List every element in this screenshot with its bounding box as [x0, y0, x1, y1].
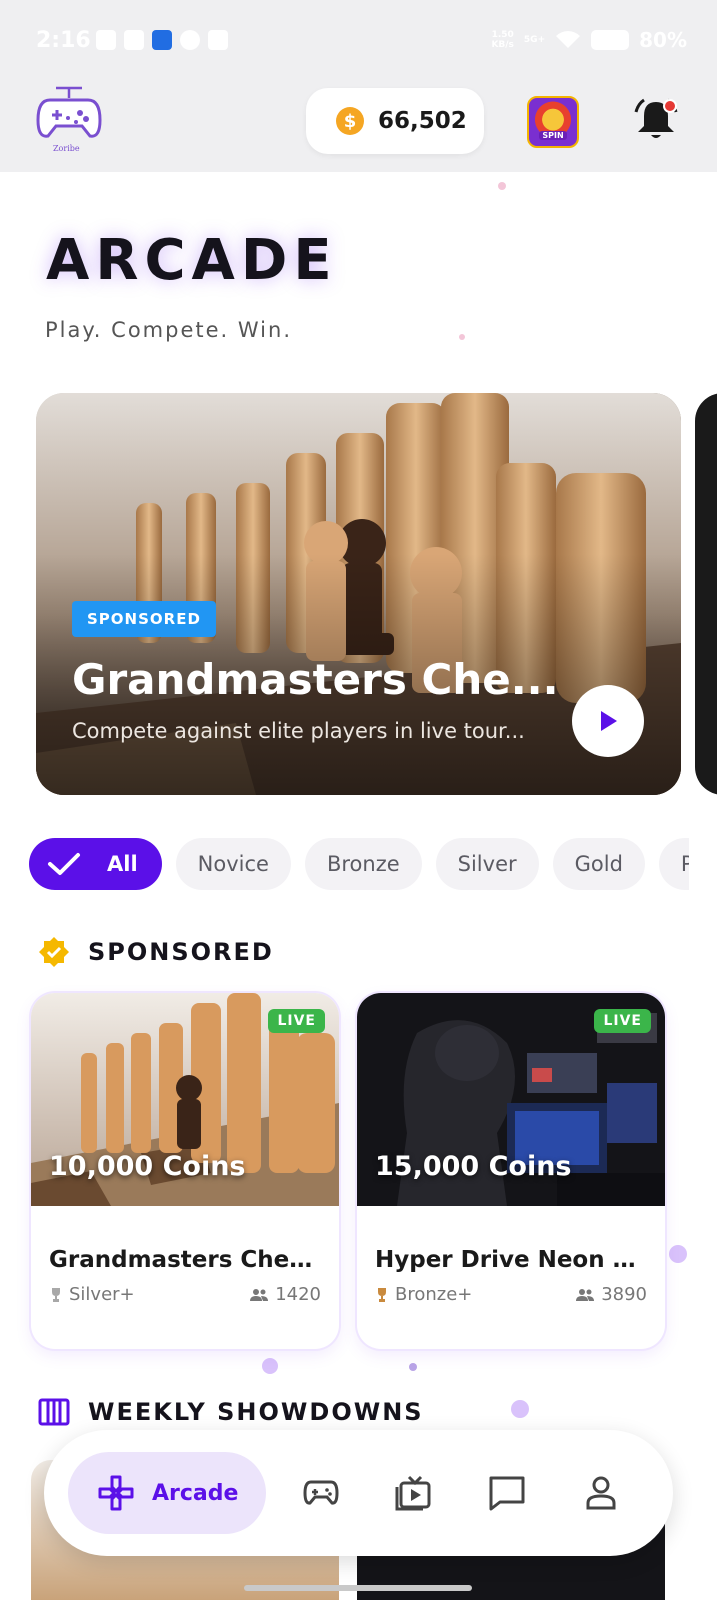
tier-filter-bar: All Novice Bronze Silver Gold Pla [29, 838, 689, 892]
player-count: 1420 [275, 1284, 321, 1305]
net-speed: 1.50 KB/s [491, 30, 514, 50]
spin-label: SPIN [539, 131, 567, 140]
battery-icon [591, 30, 630, 50]
status-time: 2:16 [36, 28, 91, 53]
wifi-icon [556, 31, 581, 48]
filter-chip-label: All [107, 852, 138, 876]
decor-dot [459, 334, 465, 340]
filter-chip-gold[interactable]: Gold [552, 838, 645, 890]
video-library-icon [395, 1475, 431, 1511]
decor-dot [511, 1400, 529, 1418]
nav-tab-games[interactable] [296, 1468, 346, 1518]
game-meta: Silver+ 1420 [49, 1284, 321, 1305]
live-badge: LIVE [594, 1009, 651, 1033]
game-card[interactable]: LIVE 15,000 Coins Hyper Drive Neon S... … [357, 993, 665, 1349]
home-indicator[interactable] [244, 1585, 472, 1591]
check-icon [48, 853, 80, 875]
next-featured-card-peek[interactable] [695, 393, 717, 795]
bottom-navigation: Arcade [44, 1430, 673, 1556]
phone-notification-icon [152, 30, 172, 50]
section-title: SPONSORED [88, 938, 274, 966]
players-icon [250, 1288, 269, 1301]
arcade-dpad-icon [98, 1475, 134, 1511]
play-icon [601, 711, 617, 731]
verified-badge-icon [39, 937, 69, 967]
tier-requirement: Silver+ [69, 1284, 135, 1305]
chat-notification-icon [96, 30, 116, 50]
mail-notification-icon [208, 30, 228, 50]
spin-wheel-button[interactable]: SPIN [527, 96, 579, 148]
filter-chip-silver[interactable]: Silver [435, 838, 539, 890]
game-title: Hyper Drive Neon S... [375, 1247, 647, 1273]
battery-level: 80% [639, 28, 687, 52]
play-button[interactable] [572, 685, 644, 757]
check-notification-icon [180, 30, 200, 50]
coin-balance-value: 66,502 [378, 108, 467, 134]
prize-amount: 15,000 Coins [375, 1151, 572, 1182]
page-title: ARCADE [46, 228, 338, 293]
status-right: 1.50 KB/s 5G+ 80% [491, 28, 687, 52]
calendar-bars-icon [38, 1398, 70, 1426]
page-subtitle: Play. Compete. Win. [45, 318, 292, 342]
logo-text: Zoribe [53, 144, 80, 153]
trophy-icon [378, 1287, 386, 1302]
decor-dot [669, 1245, 687, 1263]
decor-dot [262, 1358, 278, 1374]
game-thumbnail: LIVE 15,000 Coins [357, 993, 665, 1206]
featured-description: Compete against elite players in live to… [72, 719, 525, 743]
nav-tab-chat[interactable] [482, 1468, 532, 1518]
notification-icons [96, 30, 228, 50]
game-title: Grandmasters Ches... [49, 1247, 321, 1273]
gamepad-icon [303, 1480, 339, 1505]
trophy-icon [52, 1287, 60, 1302]
prize-amount: 10,000 Coins [49, 1151, 246, 1182]
game-meta: Bronze+ 3890 [375, 1284, 647, 1305]
featured-game-card[interactable]: SPONSORED Grandmasters Che... Compete ag… [36, 393, 681, 795]
section-title: WEEKLY SHOWDOWNS [88, 1398, 424, 1426]
status-bar: 2:16 1.50 KB/s 5G+ 80% [0, 0, 717, 84]
notification-bell-icon[interactable] [632, 96, 680, 144]
featured-title: Grandmasters Che... [72, 655, 559, 704]
coin-balance[interactable]: $ 66,502 [306, 88, 484, 154]
weekly-section-header: WEEKLY SHOWDOWNS [38, 1398, 424, 1426]
coin-icon: $ [336, 107, 364, 135]
game-thumbnail: LIVE 10,000 Coins [31, 993, 339, 1206]
nav-tab-videos[interactable] [388, 1468, 438, 1518]
filter-chip-platinum[interactable]: Pla [658, 838, 689, 890]
live-badge: LIVE [268, 1009, 325, 1033]
game-card[interactable]: LIVE 10,000 Coins Grandmasters Ches... S… [31, 993, 339, 1349]
player-count: 3890 [601, 1284, 647, 1305]
filter-chip-all[interactable]: All [29, 838, 162, 890]
filter-chip-bronze[interactable]: Bronze [304, 838, 422, 890]
app-header: Zoribe $ 66,502 SPIN [0, 84, 717, 172]
sponsored-badge: SPONSORED [72, 601, 216, 637]
nav-tab-arcade[interactable]: Arcade [68, 1452, 266, 1534]
net-type: 5G+ [523, 35, 546, 45]
chat-icon [489, 1476, 525, 1511]
sponsored-section-header: SPONSORED [38, 936, 274, 968]
photo-notification-icon [124, 30, 144, 50]
profile-icon [586, 1476, 616, 1510]
nav-tab-label: Arcade [152, 1480, 239, 1506]
nav-tab-profile[interactable] [576, 1468, 626, 1518]
decor-dot [498, 182, 506, 190]
filter-chip-novice[interactable]: Novice [175, 838, 291, 890]
decor-dot [409, 1363, 417, 1371]
tier-requirement: Bronze+ [395, 1284, 473, 1305]
players-icon [576, 1288, 595, 1301]
